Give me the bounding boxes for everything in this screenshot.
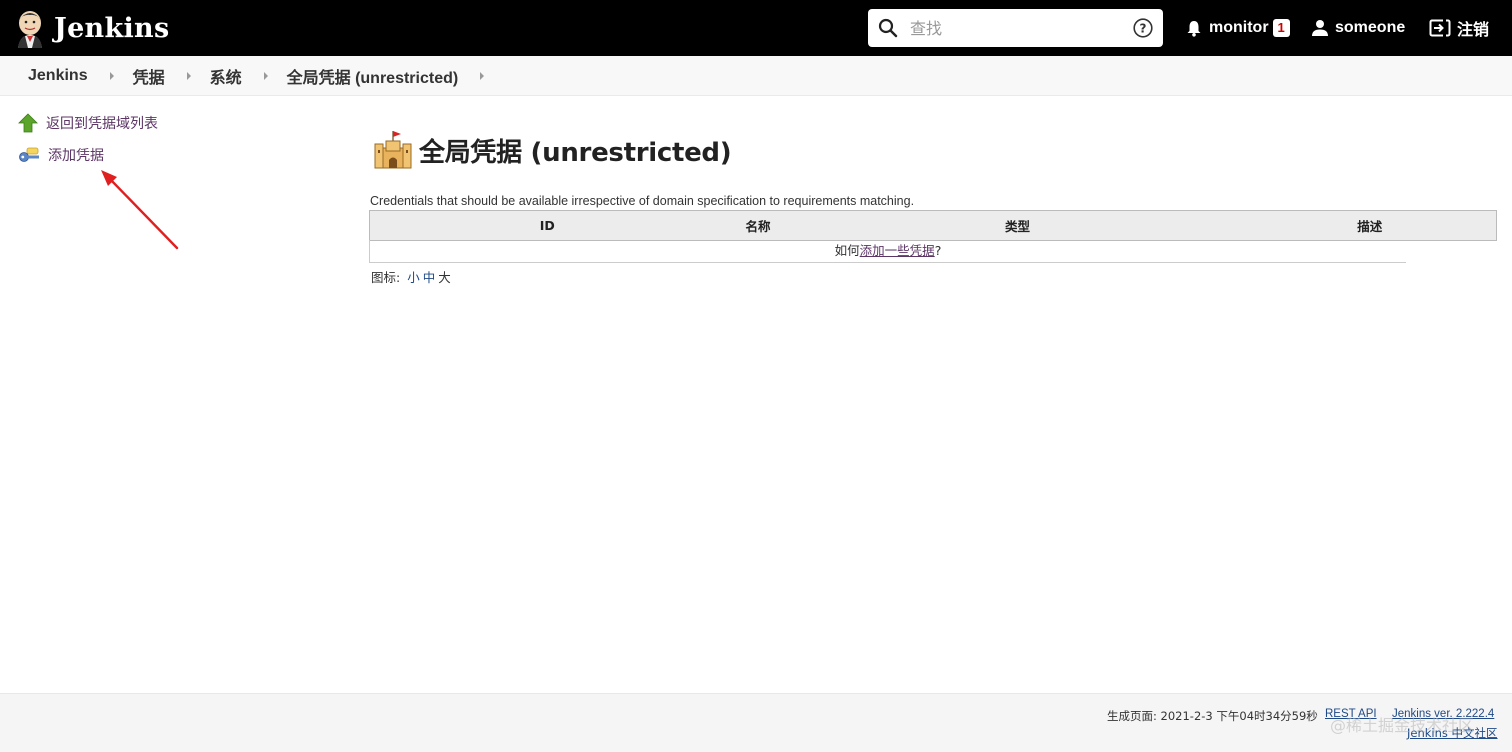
page-title-text: 全局凭据 (unrestricted) [419, 137, 732, 168]
column-header-description[interactable]: 描述 [1243, 210, 1497, 241]
search-input[interactable] [910, 18, 1120, 38]
icon-size-large: 大 [438, 270, 451, 285]
monitor-count-badge: 1 [1272, 19, 1290, 37]
side-item-add-credentials[interactable]: 添加凭据 [18, 145, 104, 165]
column-header-id[interactable]: ID [369, 210, 725, 241]
breadcrumb-system[interactable]: 系统 [210, 64, 242, 88]
logout-label: 注销 [1457, 22, 1490, 39]
column-header-name[interactable]: 名称 [724, 210, 792, 241]
icon-size-small[interactable]: 小 [407, 270, 420, 285]
chevron-right-icon[interactable] [186, 71, 191, 80]
up-arrow-icon [18, 113, 38, 133]
svg-text:?: ? [1140, 22, 1147, 36]
help-icon[interactable]: ? [1133, 18, 1153, 38]
user-icon [1312, 20, 1328, 36]
breadcrumb-global-credentials[interactable]: 全局凭据 (unrestricted) [287, 64, 459, 88]
red-arrow-annotation [101, 170, 179, 250]
add-some-credentials-link[interactable]: 添加一些凭据 [860, 243, 935, 258]
side-item-label: 返回到凭据域列表 [46, 116, 158, 132]
monitor-link[interactable]: monitor 1 [1185, 0, 1290, 56]
jenkins-logo[interactable]: Jenkins [14, 8, 169, 48]
credentials-table: ID 名称 类型 描述 [369, 210, 1497, 241]
castle-icon [374, 131, 412, 169]
bell-icon [1187, 21, 1201, 37]
domain-description: Credentials that should be available irr… [370, 194, 915, 208]
page-generated-timestamp: 生成页面: 2021-2-3 下午04时34分59秒 [1107, 709, 1318, 723]
search-box: ? [868, 9, 1163, 47]
chevron-right-icon[interactable] [109, 71, 114, 80]
chevron-right-icon[interactable] [263, 71, 268, 80]
watermark: @稀土掘金技术社区 [1330, 716, 1475, 735]
breadcrumb-jenkins[interactable]: Jenkins [28, 67, 88, 85]
key-icon [19, 147, 39, 162]
chevron-right-icon[interactable] [480, 71, 485, 80]
column-header-type[interactable]: 类型 [791, 210, 1244, 241]
user-name: someone [1335, 19, 1406, 36]
search-icon [878, 18, 898, 38]
icon-size-selector: 图标: 小中大 [371, 267, 451, 286]
empty-suffix: ? [934, 243, 942, 258]
breadcrumb: Jenkins 凭据 系统 全局凭据 (unrestricted) [0, 56, 1512, 96]
logout-link[interactable]: 注销 [1429, 0, 1489, 56]
icon-size-medium[interactable]: 中 [423, 270, 436, 285]
side-item-back-to-domains[interactable]: 返回到凭据域列表 [18, 113, 158, 133]
breadcrumb-credentials[interactable]: 凭据 [133, 64, 165, 88]
jenkins-butler-icon [18, 11, 42, 48]
top-header: Jenkins ? monitor 1 someone [0, 0, 1512, 56]
page-title: 全局凭据 (unrestricted) [373, 130, 732, 170]
page-footer: 生成页面: 2021-2-3 下午04时34分59秒 REST API Jenk… [0, 693, 1512, 752]
empty-prefix: 如何 [834, 243, 860, 258]
monitor-label: monitor [1209, 19, 1269, 36]
app-name: Jenkins [54, 12, 170, 44]
icon-size-label: 图标: [371, 270, 401, 285]
logout-icon [1429, 19, 1451, 37]
side-item-label: 添加凭据 [48, 148, 104, 164]
empty-table-message: 如何添加一些凭据? [369, 240, 1406, 263]
user-link[interactable]: someone [1311, 0, 1405, 56]
